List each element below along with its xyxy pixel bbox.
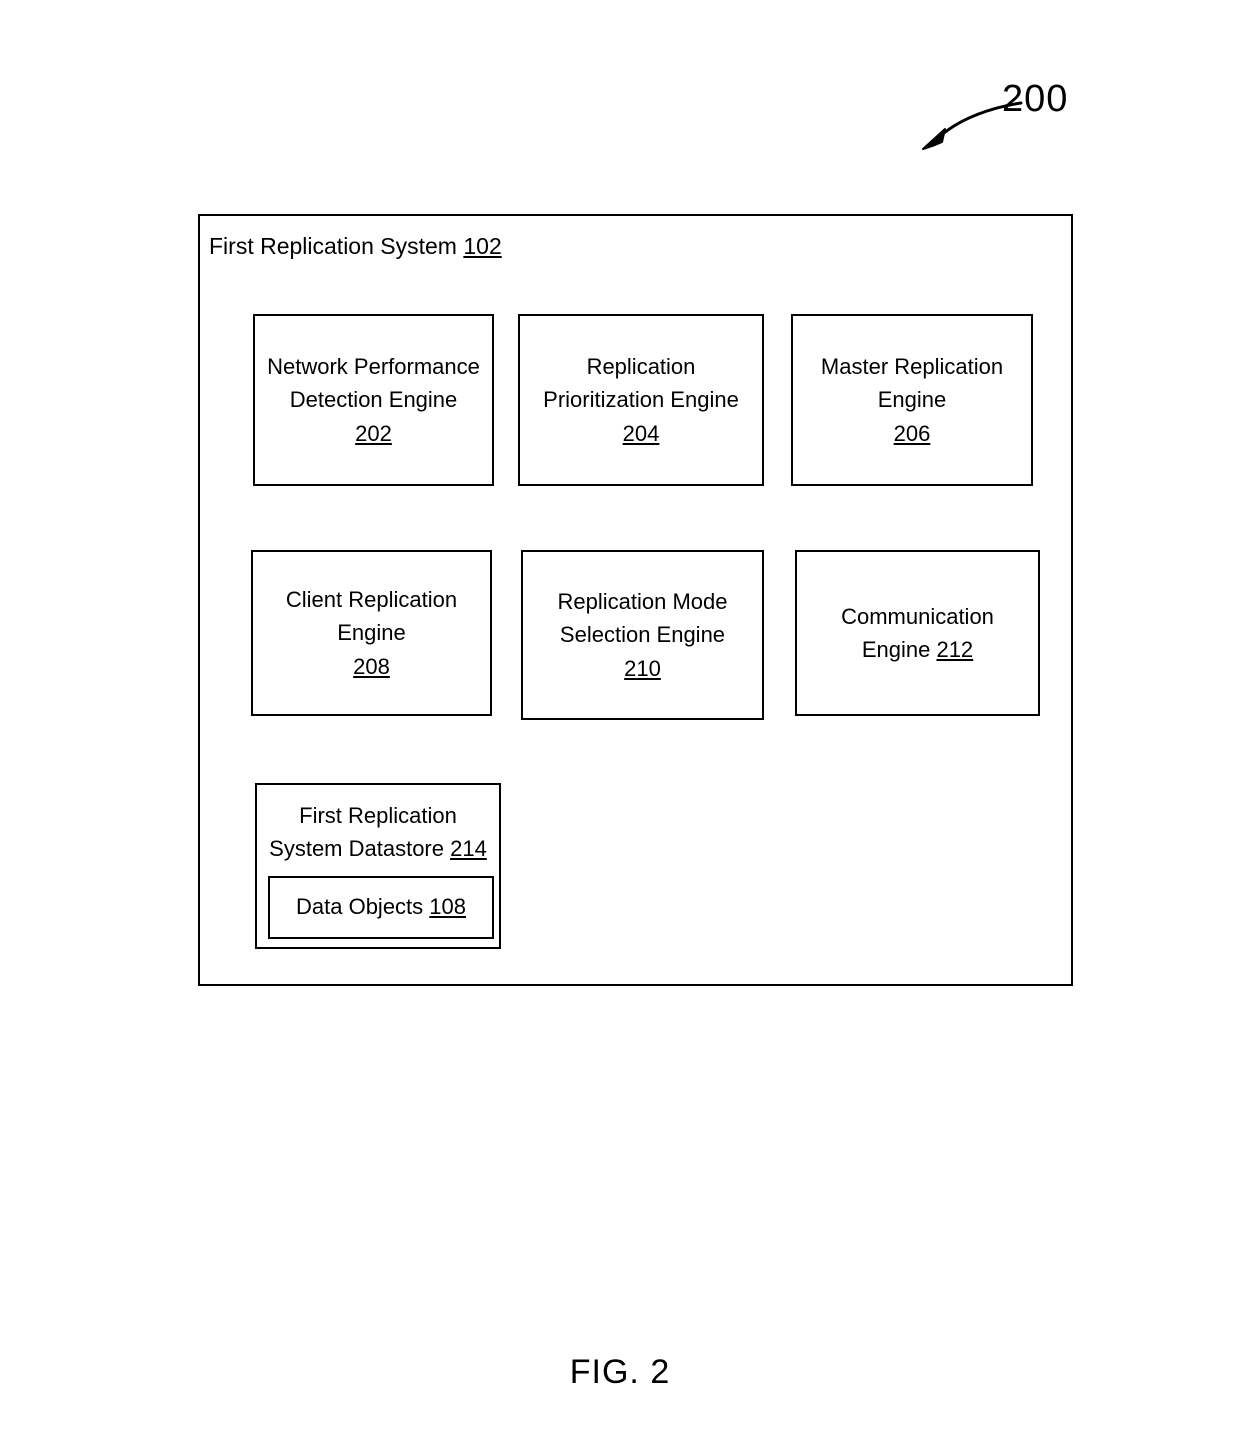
engine-box-master-replication[interactable]: Master Replication Engine 206 [791, 314, 1033, 486]
engine-box-replication-prioritization[interactable]: Replication Prioritization Engine 204 [518, 314, 764, 486]
engine-name: Network Performance Detection Engine [267, 353, 480, 413]
engine-box-client-replication[interactable]: Client Replication Engine 208 [251, 550, 492, 716]
figure-reference-number: 200 [1002, 78, 1069, 120]
engine-label: Client Replication Engine 208 [280, 583, 463, 683]
system-title-ref: 102 [463, 233, 502, 259]
engine-name: Master Replication Engine [820, 353, 1004, 413]
engine-label: Replication Mode Selection Engine 210 [552, 585, 734, 685]
data-objects-label: Data Objects 108 [296, 894, 466, 920]
engine-name: Client Replication Engine [285, 586, 458, 646]
engine-box-replication-mode-selection[interactable]: Replication Mode Selection Engine 210 [521, 550, 764, 720]
engine-name: Replication Mode Selection Engine [557, 588, 728, 648]
datastore-label: First Replication System Datastore 214 [257, 799, 499, 865]
system-title-text: First Replication System [209, 233, 464, 259]
engine-ref: 212 [936, 637, 974, 662]
engine-ref: 204 [622, 420, 660, 446]
engine-label: Communication Engine 212 [835, 600, 1000, 667]
engine-box-network-performance-detection[interactable]: Network Performance Detection Engine 202 [253, 314, 494, 486]
figure-canvas: 200 First Replication System 102 Network… [0, 0, 1240, 1439]
datastore-ref: 214 [450, 836, 487, 861]
engine-ref: 208 [353, 653, 390, 679]
data-objects-box[interactable]: Data Objects 108 [268, 876, 494, 939]
engine-label: Master Replication Engine 206 [815, 350, 1009, 450]
engine-ref: 202 [355, 420, 392, 446]
engine-name: Replication Prioritization Engine [543, 353, 739, 413]
datastore-name: First Replication System Datastore [269, 803, 457, 861]
engine-label: Network Performance Detection Engine 202 [261, 350, 486, 450]
data-objects-ref: 108 [429, 894, 466, 920]
engine-box-communication[interactable]: Communication Engine 212 [795, 550, 1040, 716]
figure-caption: FIG. 2 [569, 1353, 671, 1391]
data-objects-name: Data Objects [296, 894, 430, 920]
first-replication-system-container: First Replication System 102 Network Per… [198, 214, 1073, 986]
engine-ref: 210 [624, 655, 661, 681]
first-replication-system-datastore-box[interactable]: First Replication System Datastore 214 D… [255, 783, 501, 949]
system-title: First Replication System 102 [209, 233, 502, 259]
engine-ref: 206 [893, 420, 931, 446]
engine-label: Replication Prioritization Engine 204 [537, 350, 745, 450]
